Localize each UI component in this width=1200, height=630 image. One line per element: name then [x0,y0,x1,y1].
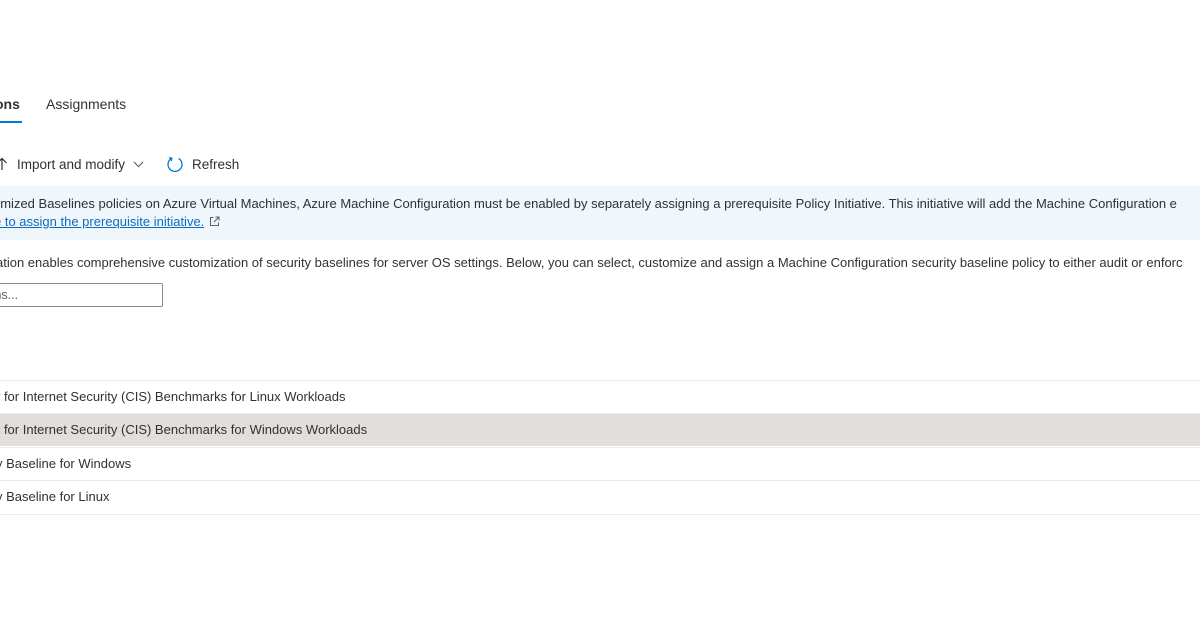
external-link-icon [209,216,220,227]
page-description: ation enables comprehensive customizatio… [0,255,1183,270]
toolbar: Import and modify Refresh [0,150,600,178]
list-item-label: r for Internet Security (CIS) Benchmarks… [0,389,346,404]
info-banner-text: omized Baselines policies on Azure Virtu… [0,196,1177,211]
import-and-modify-label: Import and modify [17,156,126,172]
list-bottom-divider [0,514,1200,515]
import-and-modify-button[interactable]: Import and modify [0,150,144,178]
list-item-label: y Baseline for Linux [0,489,110,504]
info-banner-link-line: e to assign the prerequisite initiative. [0,214,220,229]
tab-definitions[interactable]: ons [0,96,20,112]
prerequisite-initiative-link[interactable]: e to assign the prerequisite initiative. [0,214,204,229]
list-item[interactable]: r for Internet Security (CIS) Benchmarks… [0,413,1200,446]
tab-definitions-label: ons [0,96,20,112]
chevron-down-icon [133,160,144,168]
tab-assignments[interactable]: Assignments [46,96,126,112]
list-item[interactable]: y Baseline for Linux [0,480,1200,513]
active-tab-indicator [0,121,22,123]
tab-assignments-label: Assignments [46,96,127,112]
refresh-button[interactable]: Refresh [166,150,239,178]
tab-bar: ons Assignments [0,90,1200,124]
list-item[interactable]: r for Internet Security (CIS) Benchmarks… [0,380,1200,413]
arrow-up-icon [0,157,8,171]
refresh-label: Refresh [192,156,240,172]
list-item-label: r for Internet Security (CIS) Benchmarks… [0,422,368,437]
info-banner: omized Baselines policies on Azure Virtu… [0,186,1200,240]
filter-input[interactable] [0,283,163,307]
refresh-icon [166,155,184,173]
list-item-label: y Baseline for Windows [0,456,132,471]
list-item[interactable]: y Baseline for Windows [0,447,1200,480]
